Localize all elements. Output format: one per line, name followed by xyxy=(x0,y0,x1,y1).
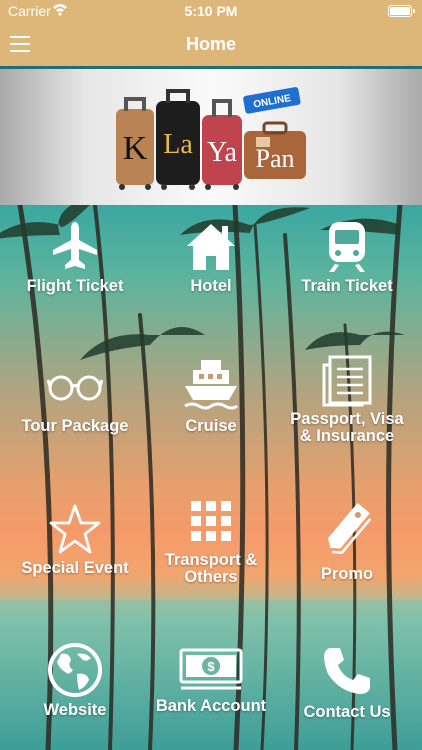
hotel-label: Hotel xyxy=(190,277,232,295)
flight-ticket-button[interactable]: Flight Ticket xyxy=(5,220,145,295)
website-button[interactable]: Website xyxy=(5,642,145,719)
special-event-button[interactable]: Special Event xyxy=(5,504,145,577)
special-event-label: Special Event xyxy=(21,559,129,577)
transport-others-button[interactable]: Transport & Others xyxy=(141,500,281,586)
promo-button[interactable]: Promo xyxy=(277,500,417,583)
passport-label-line-1: Passport, Visa xyxy=(290,410,404,428)
logo-letter-pan: Pan xyxy=(256,144,295,173)
tour-package-label: Tour Package xyxy=(21,417,129,435)
train-ticket-button[interactable]: Train Ticket xyxy=(277,220,417,295)
hotel-button[interactable]: Hotel xyxy=(141,220,281,295)
tag-icon xyxy=(328,502,372,554)
brand-banner: ONLINE K La Ya Pan xyxy=(0,69,422,205)
train-icon xyxy=(329,222,365,272)
clock: 5:10 PM xyxy=(184,3,238,19)
page-title: Home xyxy=(185,34,236,54)
svg-text:$: $ xyxy=(207,659,215,674)
cruise-button[interactable]: Cruise xyxy=(141,358,281,435)
battery-icon xyxy=(388,5,415,17)
contact-us-label: Contact Us xyxy=(303,703,391,721)
star-icon xyxy=(49,504,101,554)
passport-visa-insurance-button[interactable]: Passport, Visa & Insurance xyxy=(277,355,417,445)
phone-icon xyxy=(324,648,370,694)
contact-us-button[interactable]: Contact Us xyxy=(277,646,417,721)
navigation-bar: Home xyxy=(0,22,422,66)
website-label: Website xyxy=(43,701,107,719)
tour-package-button[interactable]: Tour Package xyxy=(5,370,145,435)
airplane-icon xyxy=(53,222,97,269)
transport-label-line-1: Transport & xyxy=(164,551,258,569)
house-icon xyxy=(187,224,235,270)
globe-icon xyxy=(48,643,102,697)
sunglasses-icon xyxy=(47,375,103,401)
bank-account-label: Bank Account xyxy=(155,697,267,715)
passport-label-line-2: & Insurance xyxy=(299,427,395,445)
train-ticket-label: Train Ticket xyxy=(301,277,393,295)
logo-letter-ya: Ya xyxy=(207,137,237,168)
document-icon xyxy=(322,355,372,407)
money-bill-icon: $ xyxy=(179,648,243,690)
logo-letter-k: K xyxy=(123,130,148,167)
top-bar: Carrier 5:10 PM Home xyxy=(0,0,422,66)
promo-label: Promo xyxy=(320,565,374,583)
grid-icon xyxy=(191,501,231,541)
status-bar: Carrier 5:10 PM xyxy=(0,0,422,22)
transport-label-line-2: Others xyxy=(184,568,238,586)
ship-icon xyxy=(184,360,238,410)
bank-account-button[interactable]: $ Bank Account xyxy=(141,648,281,715)
flight-ticket-label: Flight Ticket xyxy=(26,277,124,295)
cruise-label: Cruise xyxy=(185,417,237,435)
klayapan-logo: ONLINE K La Ya Pan xyxy=(116,87,306,190)
logo-letter-la: La xyxy=(163,129,193,160)
